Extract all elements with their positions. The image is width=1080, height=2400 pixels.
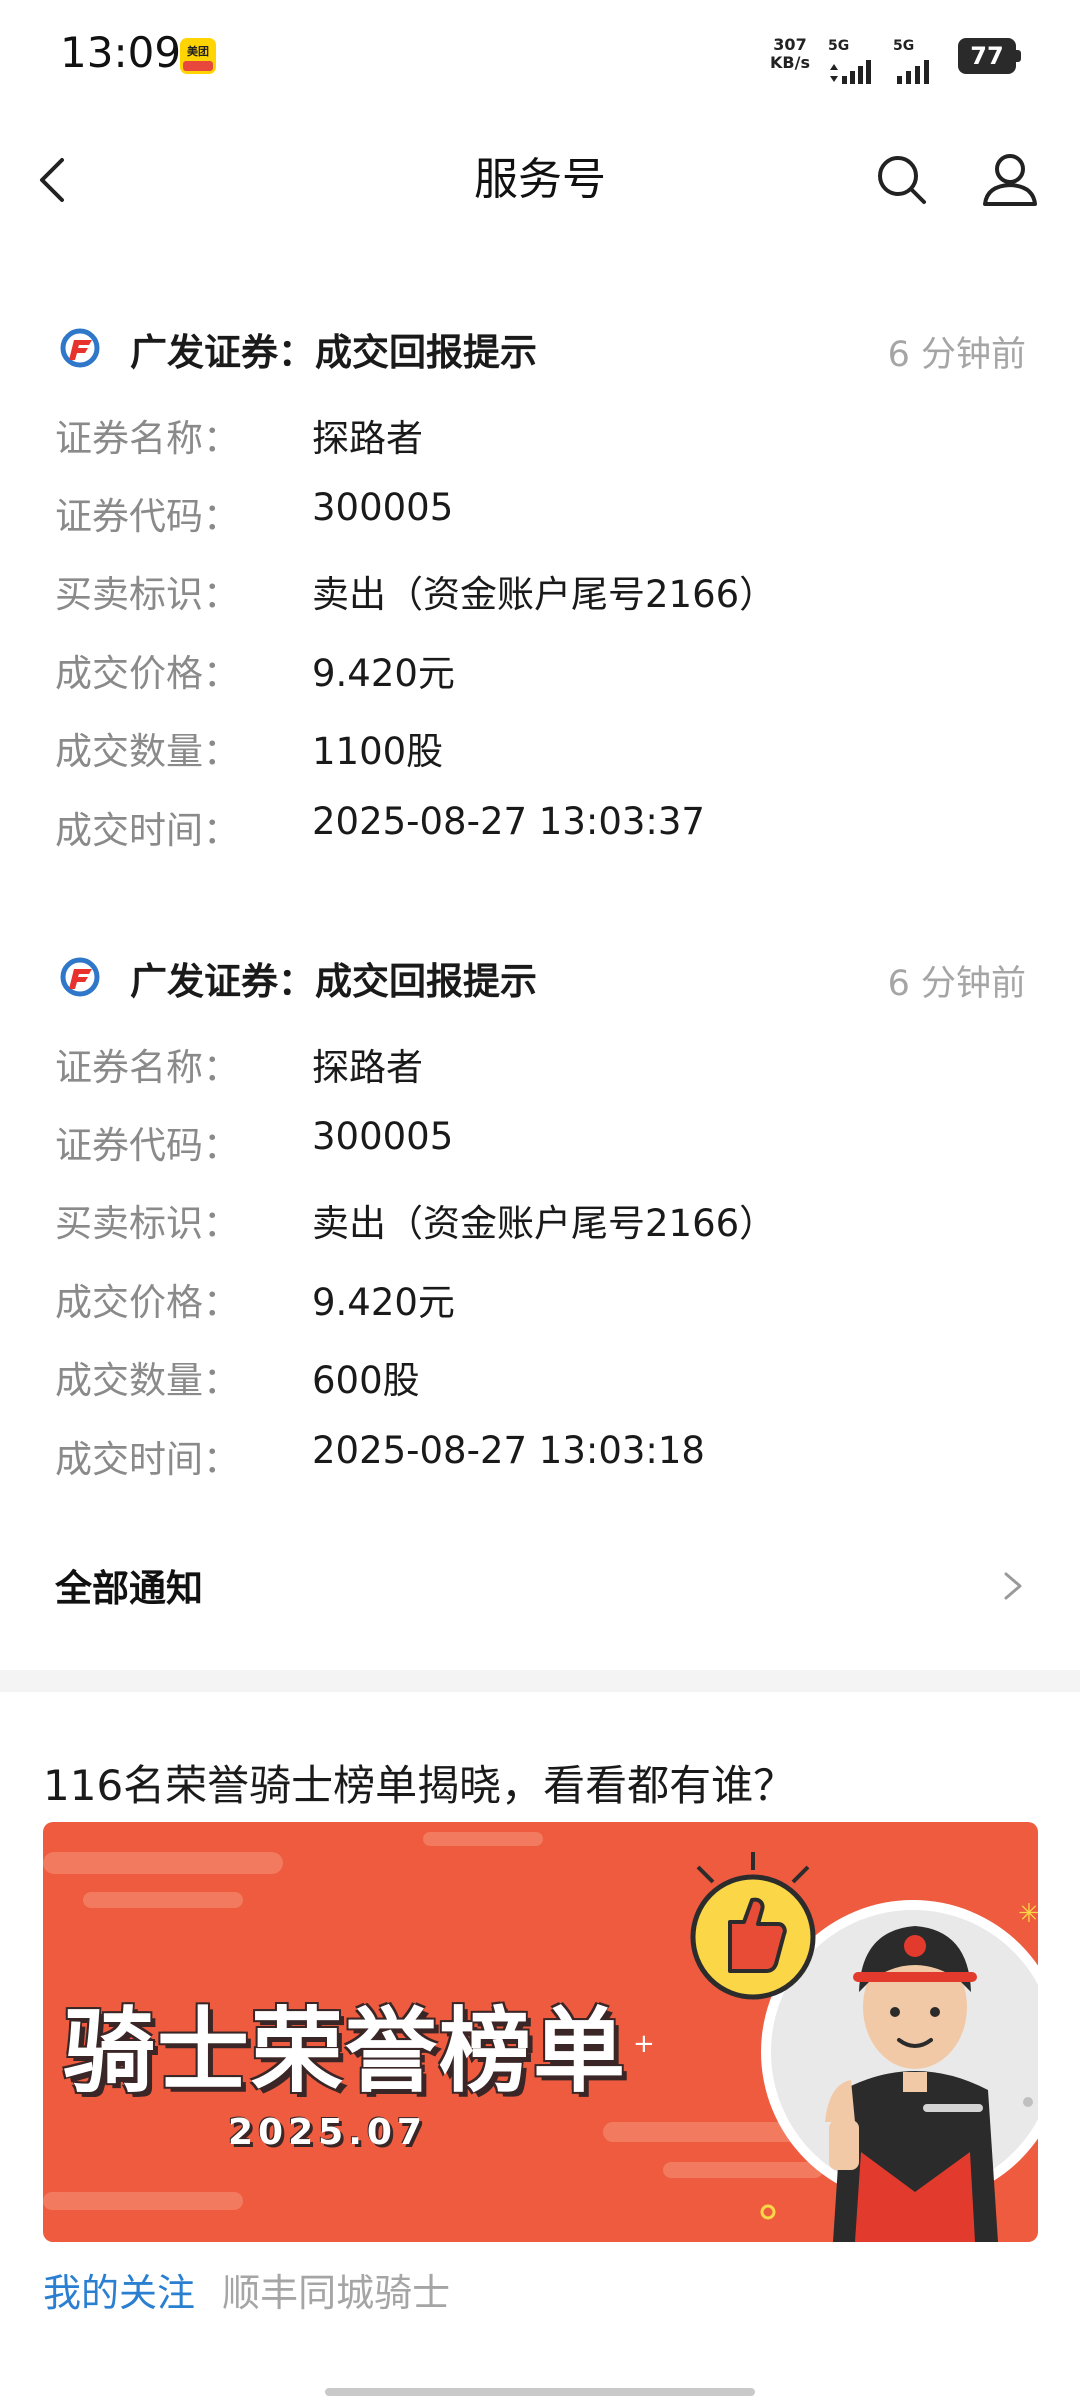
- search-button[interactable]: [872, 150, 932, 210]
- field-value: 300005: [312, 1115, 454, 1158]
- field-row: 成交价格： 9.420元: [0, 1272, 1080, 1332]
- field-row: 成交时间： 2025-08-27 13:03:37: [0, 800, 1080, 860]
- article-source-row: 我的关注 顺丰同城骑士: [43, 2262, 450, 2315]
- network-speed: 307 KB/s: [765, 36, 815, 72]
- field-row: 证券名称： 探路者: [0, 1037, 1080, 1097]
- card-header: 广发证券：成交回报提示 6 分钟前: [0, 312, 1080, 382]
- card-header: 广发证券：成交回报提示 6 分钟前: [0, 941, 1080, 1011]
- back-arrow-icon: [40, 158, 64, 202]
- banner-headline: 骑士荣誉榜单: [63, 1998, 628, 2105]
- field-row: 成交数量： 1100股: [0, 721, 1080, 781]
- trade-notification-card[interactable]: 广发证券：成交回报提示 6 分钟前 证券名称： 探路者 证券代码： 300005…: [0, 312, 1080, 872]
- banner-date: 2025.07: [228, 2112, 427, 2153]
- my-follows-link[interactable]: 我的关注: [43, 2271, 195, 2315]
- field-value: 探路者: [312, 1046, 423, 1089]
- network-speed-unit: KB/s: [770, 53, 810, 72]
- field-label: 成交数量：: [55, 730, 240, 773]
- chevron-right-icon: [1004, 1572, 1022, 1600]
- user-icon: [983, 154, 1037, 206]
- field-label: 成交价格：: [55, 1281, 240, 1324]
- field-row: 证券代码： 300005: [0, 486, 1080, 546]
- field-value: 1100股: [312, 730, 444, 773]
- field-label: 成交时间：: [55, 809, 240, 852]
- card-title: 广发证券：成交回报提示: [130, 331, 537, 374]
- field-value: 9.420元: [312, 1281, 455, 1324]
- field-label: 证券名称：: [55, 417, 240, 460]
- field-label: 证券代码：: [55, 495, 240, 538]
- courier-illustration: ✳ +: [633, 1852, 1038, 2242]
- section-divider: [0, 1670, 1080, 1692]
- field-label: 成交时间：: [55, 1438, 240, 1481]
- field-label: 买卖标识：: [55, 1202, 240, 1245]
- card-time: 6 分钟前: [887, 964, 1026, 1004]
- battery-icon: 77: [958, 38, 1016, 74]
- card-title: 广发证券：成交回报提示: [130, 960, 537, 1003]
- sim1-label: 5G: [828, 38, 850, 54]
- field-value: 2025-08-27 13:03:18: [312, 1429, 705, 1472]
- header: 服务号: [0, 130, 1080, 230]
- field-row: 成交价格： 9.420元: [0, 643, 1080, 703]
- svg-text:+: +: [633, 2029, 655, 2059]
- network-speed-value: 307: [773, 35, 807, 54]
- field-value: 卖出（资金账户尾号2166）: [312, 573, 777, 616]
- back-button[interactable]: [30, 150, 90, 210]
- field-row: 成交数量： 600股: [0, 1350, 1080, 1410]
- field-row: 买卖标识： 卖出（资金账户尾号2166）: [0, 1193, 1080, 1253]
- field-row: 买卖标识： 卖出（资金账户尾号2166）: [0, 564, 1080, 624]
- battery-tip: [1016, 50, 1021, 62]
- field-label: 买卖标识：: [55, 573, 240, 616]
- field-value: 探路者: [312, 417, 423, 460]
- field-row: 证券代码： 300005: [0, 1115, 1080, 1175]
- field-label: 成交数量：: [55, 1359, 240, 1402]
- field-value: 卖出（资金账户尾号2166）: [312, 1202, 777, 1245]
- field-value: 300005: [312, 486, 454, 529]
- field-value: 600股: [312, 1359, 420, 1402]
- gf-securities-logo-icon: [60, 957, 100, 997]
- profile-button[interactable]: [978, 148, 1042, 212]
- all-notifications-label: 全部通知: [55, 1567, 203, 1610]
- field-label: 成交价格：: [55, 652, 240, 695]
- promo-title[interactable]: 116名荣誉骑士榜单揭晓，看看都有谁？: [43, 1752, 795, 1813]
- source-account-name[interactable]: 顺丰同城骑士: [222, 2271, 450, 2315]
- search-icon: [878, 156, 926, 204]
- home-indicator[interactable]: [325, 2388, 755, 2396]
- field-label: 证券名称：: [55, 1046, 240, 1089]
- field-row: 成交时间： 2025-08-27 13:03:18: [0, 1429, 1080, 1489]
- card-time: 6 分钟前: [887, 335, 1026, 375]
- trade-notification-card[interactable]: 广发证券：成交回报提示 6 分钟前 证券名称： 探路者 证券代码： 300005…: [0, 941, 1080, 1501]
- field-value: 9.420元: [312, 652, 455, 695]
- promo-banner[interactable]: 骑士荣誉榜单 2025.07 ✳ +: [43, 1822, 1038, 2242]
- all-notifications-link[interactable]: 全部通知: [0, 1550, 1080, 1620]
- meituan-icon: 美团: [180, 38, 216, 74]
- field-label: 证券代码：: [55, 1124, 240, 1167]
- status-bar: 13:09 美团 307 KB/s 5G 5G 77: [0, 0, 1080, 115]
- sim2-label: 5G: [893, 38, 915, 54]
- status-time: 13:09: [60, 28, 182, 77]
- field-value: 2025-08-27 13:03:37: [312, 800, 705, 843]
- svg-text:✳: ✳: [1018, 1899, 1038, 1929]
- field-row: 证券名称： 探路者: [0, 408, 1080, 468]
- gf-securities-logo-icon: [60, 328, 100, 368]
